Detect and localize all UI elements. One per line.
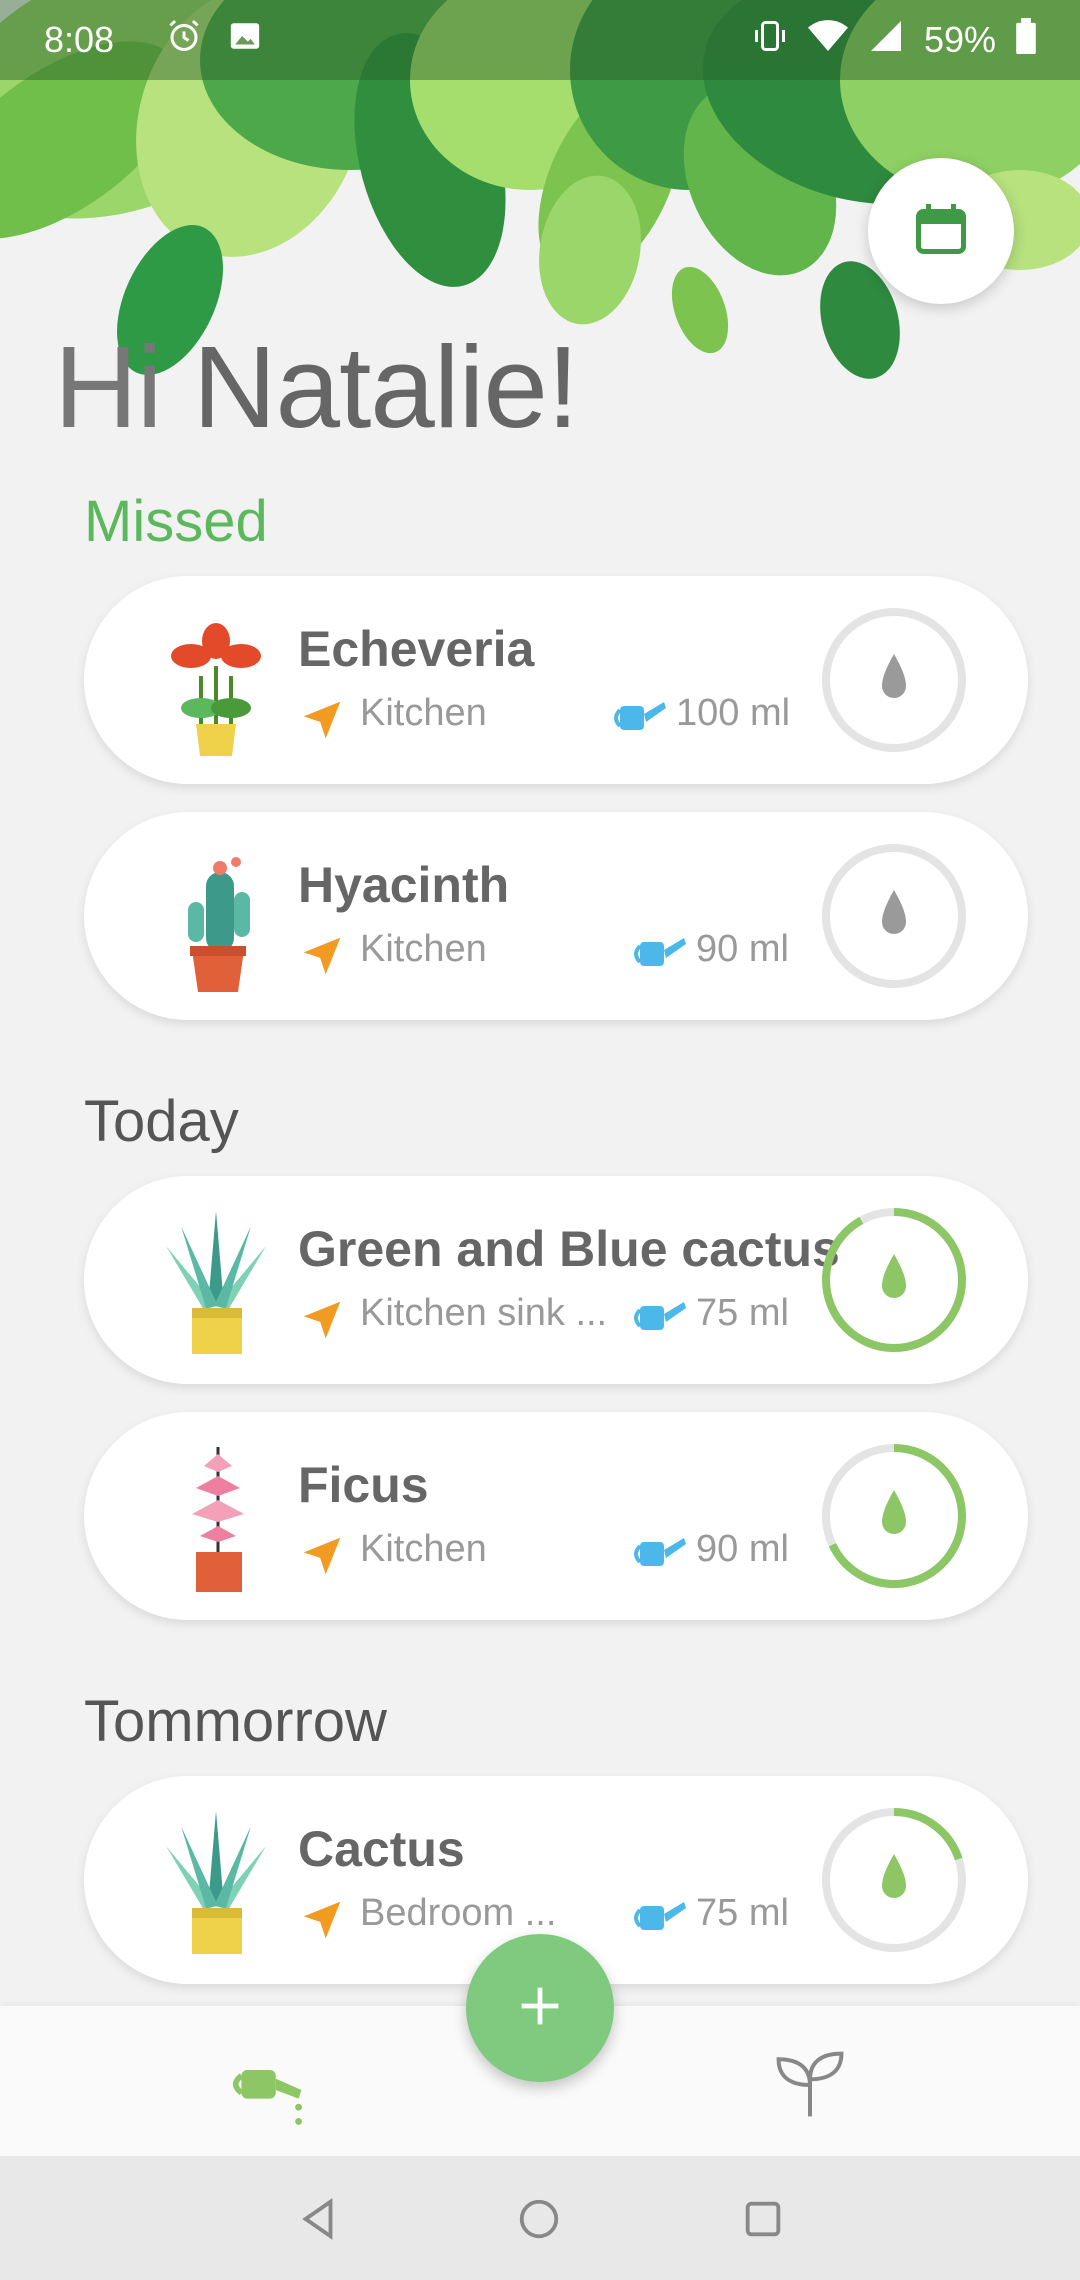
- plant-card[interactable]: Hyacinth Kitchen 90 ml: [84, 812, 1028, 1020]
- battery-icon: [1016, 17, 1036, 63]
- water-progress-button[interactable]: [820, 1442, 968, 1590]
- location-arrow-icon: [300, 698, 344, 747]
- wifi-icon: [807, 18, 848, 63]
- alarm-icon: [166, 18, 202, 63]
- add-plant-button[interactable]: [466, 1934, 614, 2082]
- vibrate-icon: [752, 18, 788, 63]
- section-tomorrow-title: Tommorrow: [84, 1689, 387, 1754]
- section-today-title: Today: [84, 1089, 239, 1154]
- flowering-plant-icon: [146, 1442, 286, 1592]
- greeting-name: Natalie!: [192, 322, 579, 452]
- system-navigation-bar: [0, 2156, 1080, 2280]
- greeting-hi: Hi: [54, 322, 163, 452]
- add-icon: [518, 1984, 562, 2033]
- water-amount: 75 ml: [696, 1292, 789, 1334]
- agave-plant-icon: [146, 1206, 286, 1356]
- section-missed-title: Missed: [84, 489, 268, 554]
- calendar-icon: [911, 199, 971, 264]
- plant-name: Cactus: [298, 1821, 465, 1877]
- back-icon[interactable]: [296, 2196, 342, 2247]
- watering-can-icon[interactable]: [230, 2052, 310, 2133]
- cactus-plant-icon: [146, 842, 286, 992]
- signal-icon: [868, 18, 904, 63]
- plant-location: Kitchen: [360, 928, 487, 970]
- status-bar: 8:08 59%: [0, 0, 1080, 80]
- water-progress-button[interactable]: [820, 1206, 968, 1354]
- image-icon: [228, 19, 262, 62]
- water-progress-button[interactable]: [820, 842, 968, 990]
- water-amount: 100 ml: [676, 692, 791, 734]
- battery-text: 59%: [923, 19, 996, 60]
- recents-icon[interactable]: [740, 2196, 786, 2247]
- home-icon[interactable]: [516, 2196, 562, 2247]
- plant-name: Echeveria: [298, 621, 535, 677]
- location-arrow-icon: [300, 1298, 344, 1347]
- watering-can-icon: [612, 694, 668, 743]
- location-arrow-icon: [300, 1534, 344, 1583]
- water-drop-icon: [882, 654, 906, 698]
- water-amount: 90 ml: [696, 928, 789, 970]
- water-drop-icon: [882, 1490, 906, 1534]
- plant-icon[interactable]: [770, 2050, 850, 2125]
- location-arrow-icon: [300, 1898, 344, 1947]
- watering-can-icon: [632, 1530, 688, 1579]
- watering-can-icon: [632, 930, 688, 979]
- location-arrow-icon: [300, 934, 344, 983]
- water-progress-button[interactable]: [820, 1806, 968, 1954]
- status-time: 8:08: [44, 19, 115, 60]
- agave-plant-icon: [146, 1806, 286, 1956]
- water-amount: 75 ml: [696, 1892, 789, 1934]
- calendar-button[interactable]: [868, 158, 1014, 304]
- anthurium-plant-icon: [146, 606, 286, 756]
- water-drop-icon: [882, 890, 906, 934]
- plant-name: Ficus: [298, 1457, 429, 1513]
- plant-location: Kitchen: [360, 692, 487, 734]
- water-amount: 90 ml: [696, 1528, 789, 1570]
- greeting: Hi Natalie!: [54, 320, 579, 454]
- watering-can-icon: [632, 1294, 688, 1343]
- watering-can-icon: [632, 1894, 688, 1943]
- plant-location: Kitchen: [360, 1528, 487, 1570]
- plant-location: Kitchen sink ...: [360, 1292, 608, 1334]
- plant-card[interactable]: Echeveria Kitchen 100 ml: [84, 576, 1028, 784]
- plant-card[interactable]: Green and Blue cactus Kitchen sink ... 7…: [84, 1176, 1028, 1384]
- plant-location: Bedroom ...: [360, 1892, 557, 1934]
- water-drop-icon: [882, 1254, 906, 1298]
- water-progress-button[interactable]: [820, 606, 968, 754]
- plant-card[interactable]: Ficus Kitchen 90 ml: [84, 1412, 1028, 1620]
- plant-name: Hyacinth: [298, 857, 510, 913]
- plant-name: Green and Blue cactus: [298, 1221, 840, 1277]
- water-drop-icon: [882, 1854, 906, 1898]
